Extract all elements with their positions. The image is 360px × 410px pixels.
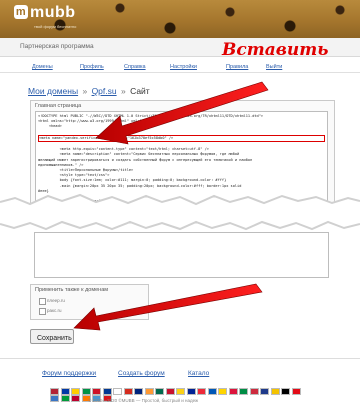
breadcrumb-my-domains[interactable]: Мои домены <box>28 86 78 96</box>
language-flag-icon[interactable] <box>102 388 112 395</box>
language-flag-icon[interactable] <box>60 388 70 395</box>
language-flag-icon[interactable] <box>50 395 59 402</box>
language-flag-icon[interactable] <box>281 388 290 395</box>
logo-mark-icon: m <box>14 5 28 19</box>
program-label: Партнерская программа <box>20 43 94 50</box>
domain-checkbox-label: ракс.ru <box>47 308 62 313</box>
footer-divider <box>0 358 360 359</box>
breadcrumb-domain[interactable]: Qpf.su <box>92 86 117 96</box>
breadcrumb: Мои домены » Qpf.su » Сайт <box>28 86 150 96</box>
language-flag-icon[interactable] <box>186 388 196 395</box>
site-logo[interactable]: m mubb <box>14 4 76 22</box>
language-flag-icon[interactable] <box>81 388 91 395</box>
language-flag-icon[interactable] <box>123 388 133 395</box>
language-flag-icon[interactable] <box>228 388 238 395</box>
language-flag-icon[interactable] <box>155 388 164 395</box>
language-flag-icon[interactable] <box>165 388 175 395</box>
language-flag-icon[interactable] <box>270 388 280 395</box>
language-flag-icon[interactable] <box>113 388 122 395</box>
language-flag-icon[interactable] <box>291 388 301 395</box>
annotation-insert-label: Вставить <box>222 40 329 60</box>
footer-link-support-forum[interactable]: Форум поддержки <box>42 370 96 377</box>
nav-settings[interactable]: Настройки <box>170 64 197 70</box>
language-flag-icon[interactable] <box>144 388 154 395</box>
homepage-code-editor-bottom[interactable] <box>34 232 329 278</box>
save-button[interactable]: Сохранить <box>30 329 74 344</box>
nav-logout[interactable]: Выйти <box>266 64 282 70</box>
domain-checkbox[interactable] <box>39 298 46 305</box>
language-flag-icon[interactable] <box>60 395 70 402</box>
language-flag-icon[interactable] <box>260 388 269 395</box>
nav-domains[interactable]: Домены <box>32 64 53 70</box>
language-flag-icon[interactable] <box>71 388 80 395</box>
language-flag-icon[interactable] <box>50 388 59 395</box>
panel-title: Главная страница <box>35 103 82 109</box>
language-flag-icon[interactable] <box>197 388 206 395</box>
nav-profile[interactable]: Профиль <box>80 64 104 70</box>
language-flag-icon[interactable] <box>207 388 217 395</box>
nav-help[interactable]: Справка <box>124 64 146 70</box>
site-header: m mubb твой форум бесплатно <box>0 0 360 38</box>
apply-domains-panel: Применить также к доменам плеер.ru ракс.… <box>30 284 149 320</box>
apply-domains-title: Применить также к доменам <box>35 287 109 293</box>
domain-checkbox[interactable] <box>39 308 46 315</box>
logo-text: mubb <box>30 4 76 21</box>
breadcrumb-current: Сайт <box>130 86 150 96</box>
language-flag-icon[interactable] <box>176 388 185 395</box>
language-flag-icon[interactable] <box>92 388 101 395</box>
code-line: <meta name="yandex-verification" content… <box>38 134 325 143</box>
footer-link-create-forum[interactable]: Создать форум <box>118 370 165 377</box>
language-flags <box>50 388 310 402</box>
language-flag-icon[interactable] <box>218 388 227 395</box>
language-flag-icon[interactable] <box>71 395 80 402</box>
language-flag-icon[interactable] <box>134 388 143 395</box>
language-flag-icon[interactable] <box>239 388 248 395</box>
domain-checkbox-label: плеер.ru <box>47 298 65 303</box>
footer-copyright: © 2005—2020 ©MUBB — Простой, быстрый и н… <box>88 398 199 403</box>
language-flag-icon[interactable] <box>249 388 259 395</box>
footer-link-catalog[interactable]: Катало <box>188 370 209 377</box>
top-nav: Домены Профиль Справка Настройки Правила… <box>0 58 360 73</box>
breadcrumb-separator: » <box>82 86 88 96</box>
nav-rules[interactable]: Правила <box>226 64 248 70</box>
torn-edge-divider <box>0 193 360 231</box>
site-slogan: твой форум бесплатно <box>34 24 77 29</box>
breadcrumb-separator: » <box>120 86 126 96</box>
